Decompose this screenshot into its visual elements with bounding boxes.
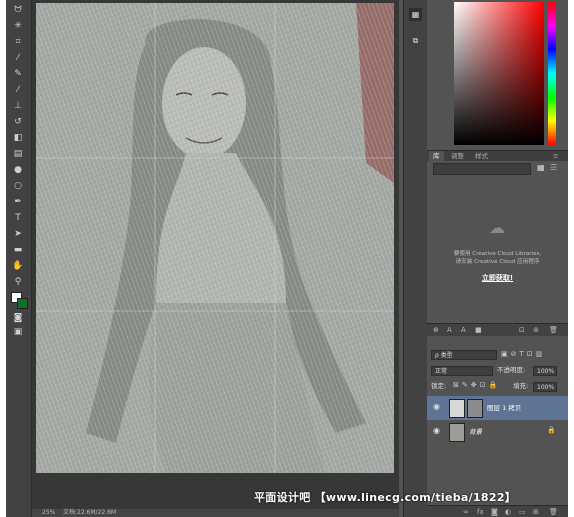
screen-mode-icon[interactable]: ▣: [11, 326, 25, 339]
document-info: 文档:22.6M/22.6M: [62, 509, 117, 516]
history-panel-icon[interactable]: ▦: [409, 8, 422, 21]
panel-dock-strip: ▦ ⧉: [403, 0, 428, 517]
sketch-image: [36, 3, 394, 473]
lock-label: 锁定:: [431, 382, 447, 390]
text-style-icon[interactable]: A: [447, 324, 452, 336]
blur-icon[interactable]: ●: [11, 164, 25, 177]
gradient-icon[interactable]: ▤: [11, 148, 25, 161]
opacity-label: 不透明度:: [497, 366, 526, 374]
fill-field[interactable]: 100%: [533, 382, 557, 392]
visibility-eye-icon[interactable]: ◉: [433, 426, 440, 435]
layer-row[interactable]: ◉ 背景 🔒: [427, 420, 568, 444]
foreground-background-colors[interactable]: [11, 292, 28, 309]
list-view-icon[interactable]: ☰: [550, 163, 557, 172]
cc-sync-icon[interactable]: ⊚: [533, 324, 539, 336]
get-now-link[interactable]: 立即获取!: [427, 273, 568, 283]
healing-brush-icon[interactable]: ✎: [11, 68, 25, 81]
sketch-texture: [36, 3, 394, 473]
fill-label: 填充:: [513, 382, 529, 390]
library-link-icon[interactable]: ⊡: [519, 324, 525, 336]
eyedropper-icon[interactable]: ⁄: [11, 52, 25, 65]
zoom-icon[interactable]: ⚲: [11, 276, 25, 289]
document-canvas[interactable]: [32, 0, 399, 509]
layer-mask-thumbnail: [467, 399, 483, 418]
trash-icon[interactable]: 🗑: [549, 324, 558, 336]
photoshop-window: ᗢ ✳ ⌗ ⁄ ✎ ⁄ ⊥ ↺ ◧ ▤ ● ○ ✒ T ➤ ▬ ✋ ⚲ ◙ ▣: [6, 0, 568, 517]
library-panel: ▦ ☰ ☁ 要使用 Creative Cloud Libraries, 请安装 …: [427, 161, 568, 336]
delete-layer-icon[interactable]: 🗑: [549, 506, 558, 517]
color-swatch-icon[interactable]: ■: [475, 324, 482, 336]
clone-stamp-icon[interactable]: ⊥: [11, 100, 25, 113]
crop-icon[interactable]: ⌗: [11, 36, 25, 49]
eraser-icon[interactable]: ◧: [11, 132, 25, 145]
creative-cloud-icon: ☁: [489, 218, 505, 237]
pen-icon[interactable]: ✒: [11, 196, 25, 209]
lock-icon: 🔒: [547, 426, 556, 434]
status-bar: 25% 文档:22.6M/22.6M: [32, 509, 399, 517]
history-brush-icon[interactable]: ↺: [11, 116, 25, 129]
brush-icon[interactable]: ⁄: [11, 84, 25, 97]
layer-filter-icons[interactable]: ▣⊘T⊡▥: [501, 350, 545, 358]
adjustment-layer-icon[interactable]: ◐: [505, 506, 511, 517]
type-icon[interactable]: T: [11, 212, 25, 225]
color-field[interactable]: [454, 2, 544, 145]
add-content-icon[interactable]: ⊕: [433, 324, 439, 336]
lasso-icon[interactable]: ᗢ: [11, 4, 25, 17]
watermark: 平面设计吧 【www.linecg.com/tieba/1822】: [254, 491, 517, 504]
library-dropdown[interactable]: [433, 163, 531, 175]
visibility-eye-icon[interactable]: ◉: [433, 402, 440, 411]
layer-thumbnail: [449, 423, 465, 442]
dodge-icon[interactable]: ○: [11, 180, 25, 193]
shape-icon[interactable]: ▬: [11, 244, 25, 257]
hue-slider[interactable]: [548, 2, 556, 145]
blend-mode-select[interactable]: 正常: [431, 366, 493, 376]
group-icon[interactable]: ▭: [519, 506, 526, 517]
layer-name[interactable]: 背景: [469, 426, 482, 436]
library-message-line2: 请安装 Creative Cloud 应用程序: [455, 259, 540, 265]
zoom-level[interactable]: 25%: [42, 509, 55, 516]
layer-row[interactable]: ◉ 图层 1 拷贝: [427, 396, 568, 420]
right-panels: 库 调整 样式 ≡ ▦ ☰ ☁ 要使用 Creative Cloud Libra…: [427, 0, 568, 517]
lock-icons[interactable]: ⊠✎✥⊡🔒: [453, 381, 500, 389]
opacity-field[interactable]: 100%: [533, 366, 557, 376]
layer-style-icon[interactable]: A: [461, 324, 466, 336]
library-footer: ⊕ A A ■ ⊡ ⊚ 🗑: [427, 323, 568, 336]
layer-name[interactable]: 图层 1 拷贝: [487, 402, 521, 412]
library-message-line1: 要使用 Creative Cloud Libraries,: [453, 251, 542, 257]
layer-filter-select[interactable]: ρ 类型: [431, 350, 497, 360]
layers-footer: ∞ fx ◙ ◐ ▭ ⊞ 🗑: [427, 505, 568, 517]
quick-mask-icon[interactable]: ◙: [11, 312, 25, 325]
new-layer-icon[interactable]: ⊞: [533, 506, 539, 517]
add-mask-icon[interactable]: ◙: [491, 506, 498, 517]
layer-thumbnail: [449, 399, 465, 418]
magic-wand-icon[interactable]: ✳: [11, 20, 25, 33]
tools-panel: ᗢ ✳ ⌗ ⁄ ✎ ⁄ ⊥ ↺ ◧ ▤ ● ○ ✒ T ➤ ▬ ✋ ⚲ ◙ ▣: [6, 0, 32, 517]
color-picker-panel: [427, 0, 568, 150]
path-select-icon[interactable]: ➤: [11, 228, 25, 241]
link-layers-icon[interactable]: ∞: [463, 506, 469, 517]
grid-view-icon[interactable]: ▦: [537, 163, 545, 172]
fx-icon[interactable]: fx: [477, 506, 484, 517]
properties-panel-icon[interactable]: ⧉: [409, 34, 422, 47]
hand-icon[interactable]: ✋: [11, 260, 25, 273]
